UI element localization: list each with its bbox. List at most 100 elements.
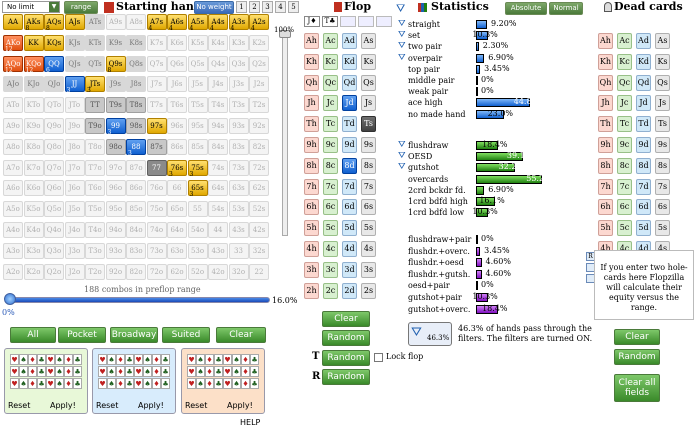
hand-cell-A7o[interactable]: A7o <box>3 159 23 176</box>
flop-card-9c[interactable]: 9c <box>323 137 338 153</box>
hand-cell-T5s[interactable]: T5s <box>187 97 208 114</box>
hand-cell-T3s[interactable]: T3s <box>228 97 249 114</box>
hand-cell-73s[interactable]: 73s <box>228 159 249 176</box>
card-box-2-cards[interactable]: ♥ ♠ ♦ ♣ ♥ ♠ ♦ ♣♥ ♠ ♦ ♣ ♥ ♠ ♦ ♣♥ ♠ ♦ ♣ ♥ ♠ ♦ ♣ <box>98 354 170 390</box>
hand-cell-92s[interactable]: 92s <box>249 118 269 134</box>
hand-cell-J3o[interactable]: J3o <box>64 242 85 259</box>
box-1-apply-link[interactable]: Apply! <box>50 401 76 410</box>
flop-selected-card-1[interactable]: J♦ <box>304 16 320 27</box>
flop-card-5d[interactable]: 5d <box>342 220 357 237</box>
hand-cell-Q6s[interactable]: Q6s <box>167 55 187 72</box>
weight-tab-3[interactable]: 3 <box>262 1 273 13</box>
hand-cell-86o[interactable]: 86o <box>126 180 146 197</box>
hand-cell-K2o[interactable]: K2o <box>23 263 44 280</box>
hand-cell-76o[interactable]: 76o <box>146 180 167 197</box>
flop-card-Kc[interactable]: Kc <box>323 53 338 70</box>
filter-icon[interactable]: ⛛ <box>398 53 407 63</box>
hand-cell-74s[interactable]: 74s <box>208 159 228 176</box>
hand-cell-KTo[interactable]: KTo <box>23 97 44 114</box>
hand-cell-KTs[interactable]: KTs <box>85 34 105 51</box>
hand-cell-62o[interactable]: 62o <box>167 263 187 280</box>
flop-card-Ad[interactable]: Ad <box>342 33 357 49</box>
hand-cell-A4s[interactable]: A4s 4 <box>208 14 228 32</box>
hand-cell-64o[interactable]: 64o <box>167 222 187 238</box>
weight-slider-track[interactable] <box>282 36 288 236</box>
hand-cell-72o[interactable]: 72o <box>146 263 167 280</box>
hand-cell-A6s[interactable]: A6s 4 <box>167 14 187 32</box>
hand-cell-KJo[interactable]: KJo <box>23 76 44 93</box>
lock-flop-checkbox[interactable] <box>374 353 383 362</box>
weight-tab-2[interactable]: 2 <box>249 1 260 13</box>
hand-cell-T7o[interactable]: T7o <box>85 159 105 176</box>
hand-cell-65o[interactable]: 65o <box>167 201 187 218</box>
hand-cell-K4s[interactable]: K4s <box>208 34 228 51</box>
hand-cell-Q3o[interactable]: Q3o <box>44 242 64 259</box>
hand-cell-J5s[interactable]: J5s <box>187 76 208 93</box>
statistics-filter-icon[interactable]: ⛛ <box>396 2 405 16</box>
hand-cell-75s[interactable]: 75s 3 <box>187 159 208 178</box>
river-random-button[interactable]: Random <box>322 369 370 385</box>
hand-cell-66[interactable]: 66 <box>167 180 187 197</box>
filter-icon[interactable]: ⛛ <box>398 163 407 172</box>
hand-cell-K2s[interactable]: K2s <box>249 34 269 51</box>
flop-card-Qs[interactable]: Qs <box>361 74 376 91</box>
hand-cell-94o[interactable]: 94o <box>105 222 126 238</box>
dead-card-5s[interactable]: 5s <box>655 220 670 237</box>
hand-cell-A3o[interactable]: A3o <box>3 242 23 259</box>
hand-cell-94s[interactable]: 94s <box>208 118 228 134</box>
flop-card-8d[interactable]: 8d <box>342 157 357 174</box>
hand-cell-AKo[interactable]: AKo 12 <box>3 34 23 53</box>
absolute-button[interactable]: Absolute <box>505 2 547 15</box>
flop-card-2h[interactable]: 2h <box>304 282 319 299</box>
hand-cell-TT[interactable]: TT <box>85 97 105 114</box>
dead-card-8s[interactable]: 8s <box>655 157 670 174</box>
dead-card-8c[interactable]: 8c <box>617 157 632 174</box>
flop-card-Kh[interactable]: Kh <box>304 53 319 70</box>
dead-card-6s[interactable]: 6s <box>655 199 670 216</box>
flop-card-Ac[interactable]: Ac <box>323 33 338 49</box>
dead-card-Kh[interactable]: Kh <box>598 53 613 70</box>
dead-card-Ac[interactable]: Ac <box>617 33 632 49</box>
hand-cell-Q7o[interactable]: Q7o <box>44 159 64 176</box>
flop-card-4h[interactable]: 4h <box>304 241 319 257</box>
flop-card-9s[interactable]: 9s <box>361 137 376 153</box>
hand-cell-A4o[interactable]: A4o <box>3 222 23 238</box>
hand-cell-82o[interactable]: 82o <box>126 263 146 280</box>
hand-cell-43o[interactable]: 43o <box>208 242 228 259</box>
dead-card-9s[interactable]: 9s <box>655 137 670 153</box>
flop-card-4d[interactable]: 4d <box>342 241 357 257</box>
filter-icon[interactable]: ⛛ <box>398 152 407 161</box>
flop-card-2c[interactable]: 2c <box>323 282 338 299</box>
flop-card-Js[interactable]: Js <box>361 95 376 112</box>
hand-cell-Q4s[interactable]: Q4s <box>208 55 228 72</box>
hand-cell-53o[interactable]: 53o <box>187 242 208 259</box>
dead-card-8h[interactable]: 8h <box>598 157 613 174</box>
flop-card-Tc[interactable]: Tc <box>323 116 338 133</box>
hand-cell-83s[interactable]: 83s <box>228 138 249 155</box>
hand-cell-96s[interactable]: 96s <box>167 118 187 134</box>
normal-button[interactable]: Normal <box>549 2 583 15</box>
hand-cell-K8o[interactable]: K8o <box>23 138 44 155</box>
hand-cell-65s[interactable]: 65s 3 <box>187 180 208 198</box>
hand-cell-87s[interactable]: 87s <box>146 138 167 155</box>
hand-cell-AQs[interactable]: AQs 8 <box>44 14 64 32</box>
dead-card-Ah[interactable]: Ah <box>598 33 613 49</box>
dead-card-6h[interactable]: 6h <box>598 199 613 216</box>
hand-cell-63o[interactable]: 63o <box>167 242 187 259</box>
flop-card-6d[interactable]: 6d <box>342 199 357 216</box>
help-link[interactable]: HELP <box>240 418 260 427</box>
flop-card-9d[interactable]: 9d <box>342 137 357 153</box>
hand-cell-A5s[interactable]: A5s 4 <box>187 14 208 32</box>
hand-cell-K3o[interactable]: K3o <box>23 242 44 259</box>
hand-cell-T6s[interactable]: T6s <box>167 97 187 114</box>
hand-cell-A2o[interactable]: A2o <box>3 263 23 280</box>
hand-cell-83o[interactable]: 83o <box>126 242 146 259</box>
hand-cell-63s[interactable]: 63s <box>228 180 249 197</box>
hand-cell-K9s[interactable]: K9s <box>105 34 126 51</box>
hand-cell-97o[interactable]: 97o <box>105 159 126 176</box>
flop-card-As[interactable]: As <box>361 33 376 49</box>
hand-cell-J6o[interactable]: J6o <box>64 180 85 197</box>
filter-icon[interactable]: ⛛ <box>398 20 407 29</box>
flop-card-7d[interactable]: 7d <box>342 178 357 195</box>
flop-card-7s[interactable]: 7s <box>361 178 376 195</box>
